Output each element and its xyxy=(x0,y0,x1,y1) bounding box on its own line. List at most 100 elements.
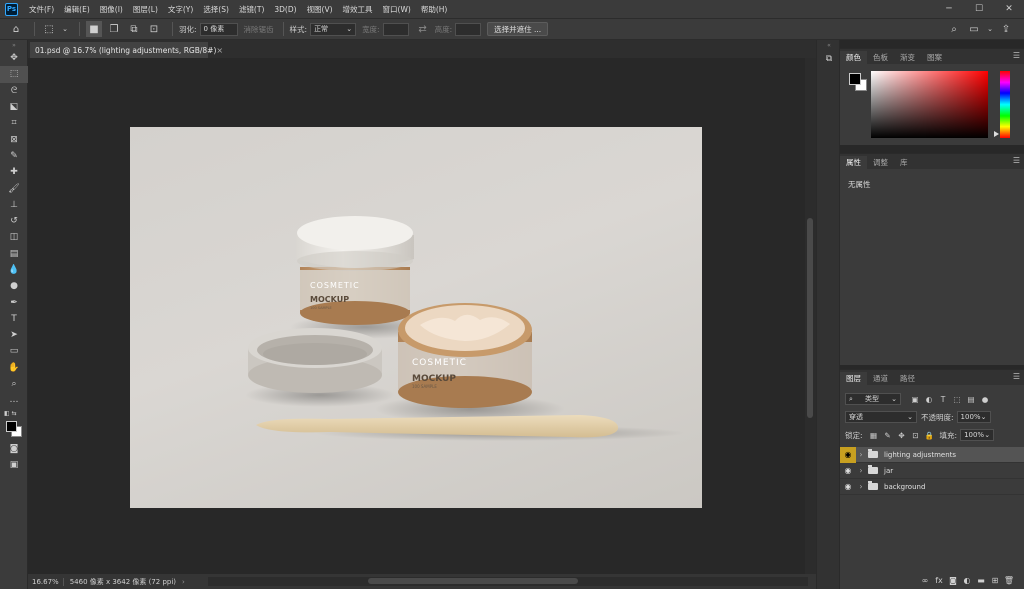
style-select[interactable]: 正常 ⌄ xyxy=(310,22,357,36)
eraser-tool-icon[interactable]: ◫ xyxy=(0,229,28,245)
maximize-button[interactable]: ☐ xyxy=(964,0,994,18)
color-swatches[interactable] xyxy=(0,419,28,441)
object-select-tool-icon[interactable]: ⬕ xyxy=(0,99,28,115)
history-brush-tool-icon[interactable]: ↺ xyxy=(0,213,28,229)
type-tool-icon[interactable]: T xyxy=(0,311,28,327)
canvas-area[interactable]: COSMETIC MOCKUP 100 SAMPLE COSMETIC MOCK… xyxy=(28,58,805,574)
more-tools-icon[interactable]: … xyxy=(0,392,28,408)
tab-libraries[interactable]: 库 xyxy=(894,156,914,169)
feather-input[interactable]: 0 像素 xyxy=(199,22,238,36)
new-selection-icon[interactable]: ■ xyxy=(86,21,102,37)
chevron-right-icon[interactable]: › xyxy=(856,482,866,491)
marquee-tool-icon[interactable]: ⬚ xyxy=(0,66,28,83)
zoom-tool-icon[interactable]: ⌕ xyxy=(0,376,28,392)
fill-input[interactable]: 100% ⌄ xyxy=(960,429,995,441)
path-select-tool-icon[interactable]: ➤ xyxy=(0,327,28,343)
add-selection-icon[interactable]: ❐ xyxy=(106,21,122,37)
collapse-icon[interactable]: » xyxy=(0,40,28,50)
filter-toggle-icon[interactable]: ● xyxy=(979,393,991,405)
width-input[interactable] xyxy=(382,22,409,36)
new-group-icon[interactable]: ▬ xyxy=(974,576,988,585)
menu-type[interactable]: 文字(Y) xyxy=(163,4,198,15)
chevron-right-icon[interactable]: › xyxy=(182,578,185,586)
menu-view[interactable]: 视图(V) xyxy=(302,4,338,15)
filter-pixel-icon[interactable]: ▣ xyxy=(909,393,921,405)
menu-image[interactable]: 图像(I) xyxy=(95,4,128,15)
lock-image-icon[interactable]: ✎ xyxy=(882,429,894,441)
height-input[interactable] xyxy=(455,22,482,36)
brush-tool-icon[interactable]: 🖌 xyxy=(0,180,28,196)
pen-tool-icon[interactable]: ✒ xyxy=(0,294,28,310)
menu-window[interactable]: 窗口(W) xyxy=(378,4,416,15)
layer-row[interactable]: ◉ › jar xyxy=(840,463,1024,479)
crop-tool-icon[interactable]: ⌗ xyxy=(0,115,28,131)
blend-mode-select[interactable]: 穿透 ⌄ xyxy=(845,411,917,423)
foreground-color-swatch[interactable] xyxy=(849,73,861,85)
eyedropper-tool-icon[interactable]: ✎ xyxy=(0,148,28,164)
scrollbar-thumb[interactable] xyxy=(807,218,813,418)
filter-type-icon[interactable]: T xyxy=(937,393,949,405)
new-layer-icon[interactable]: ⊞ xyxy=(988,576,1002,585)
collapse-icon[interactable]: « xyxy=(817,40,841,50)
chevron-right-icon[interactable]: › xyxy=(856,450,866,459)
eye-icon[interactable]: ◉ xyxy=(840,446,856,463)
clone-stamp-tool-icon[interactable]: ⊥ xyxy=(0,197,28,213)
layer-row[interactable]: ◉ › background xyxy=(840,479,1024,495)
layer-style-icon[interactable]: fx xyxy=(932,576,946,585)
marquee-preset-icon[interactable]: ⬚ xyxy=(41,21,57,37)
hand-tool-icon[interactable]: ✋ xyxy=(0,360,28,376)
history-panel-icon[interactable]: ⧉ xyxy=(817,50,841,68)
subtract-selection-icon[interactable]: ⧉ xyxy=(126,21,142,37)
workspace-icon[interactable]: ▭ xyxy=(966,21,982,37)
menu-file[interactable]: 文件(F) xyxy=(24,4,59,15)
healing-tool-icon[interactable]: ✚ xyxy=(0,164,28,180)
scrollbar-thumb[interactable] xyxy=(368,578,578,584)
menu-plugins[interactable]: 增效工具 xyxy=(338,4,378,15)
panel-menu-icon[interactable]: ☰ xyxy=(1013,156,1020,165)
zoom-level[interactable]: 16.67% xyxy=(28,577,64,586)
panel-menu-icon[interactable]: ☰ xyxy=(1013,372,1020,381)
layer-row[interactable]: ◉ › lighting adjustments xyxy=(840,446,1024,463)
tab-paths[interactable]: 路径 xyxy=(894,372,921,385)
foreground-color-swatch[interactable] xyxy=(6,420,17,432)
tab-properties[interactable]: 属性 xyxy=(840,156,867,169)
filter-smartobject-icon[interactable]: ▤ xyxy=(965,393,977,405)
filter-adjustment-icon[interactable]: ◐ xyxy=(923,393,935,405)
link-layers-icon[interactable]: ∞ xyxy=(918,576,932,585)
tab-adjustments[interactable]: 调整 xyxy=(867,156,894,169)
lock-position-icon[interactable]: ✥ xyxy=(896,429,908,441)
lock-transparent-icon[interactable]: ▦ xyxy=(868,429,880,441)
close-icon[interactable]: × xyxy=(216,46,223,55)
hue-slider[interactable] xyxy=(1000,71,1010,138)
intersect-selection-icon[interactable]: ⊡ xyxy=(146,21,162,37)
horizontal-scrollbar[interactable] xyxy=(208,577,808,586)
add-mask-icon[interactable]: ◙ xyxy=(946,576,960,585)
frame-tool-icon[interactable]: ⊠ xyxy=(0,131,28,147)
swap-dimensions-icon[interactable]: ⇄ xyxy=(415,21,431,37)
tab-color[interactable]: 颜色 xyxy=(840,51,867,64)
quick-mask-icon[interactable]: ◙ xyxy=(0,441,28,457)
panel-menu-icon[interactable]: ☰ xyxy=(1013,51,1020,60)
antialias-checkbox-label[interactable]: 消除锯齿 xyxy=(244,24,274,35)
tab-swatches[interactable]: 色板 xyxy=(867,51,894,64)
search-icon[interactable]: ⌕ xyxy=(946,21,962,37)
lock-all-icon[interactable]: 🔒 xyxy=(924,429,936,441)
screen-mode-icon[interactable]: ▣ xyxy=(0,457,28,473)
opacity-input[interactable]: 100% ⌄ xyxy=(956,411,991,423)
eye-icon[interactable]: ◉ xyxy=(840,479,856,495)
filter-shape-icon[interactable]: ⬚ xyxy=(951,393,963,405)
chevron-right-icon[interactable]: › xyxy=(856,466,866,475)
layer-filter-select[interactable]: ⌕ 类型 ⌄ xyxy=(845,393,901,405)
chevron-down-icon[interactable]: ⌄ xyxy=(986,21,994,37)
blur-tool-icon[interactable]: 💧 xyxy=(0,262,28,278)
close-button[interactable]: ✕ xyxy=(994,0,1024,18)
rectangle-tool-icon[interactable]: ▭ xyxy=(0,343,28,359)
gradient-tool-icon[interactable]: ▤ xyxy=(0,246,28,262)
move-tool-icon[interactable]: ✥ xyxy=(0,50,28,66)
home-icon[interactable]: ⌂ xyxy=(8,21,24,37)
tab-patterns[interactable]: 图案 xyxy=(921,51,948,64)
tab-layers[interactable]: 图层 xyxy=(840,372,867,385)
dodge-tool-icon[interactable]: ● xyxy=(0,278,28,294)
tab-channels[interactable]: 通道 xyxy=(867,372,894,385)
menu-3d[interactable]: 3D(D) xyxy=(269,5,301,14)
